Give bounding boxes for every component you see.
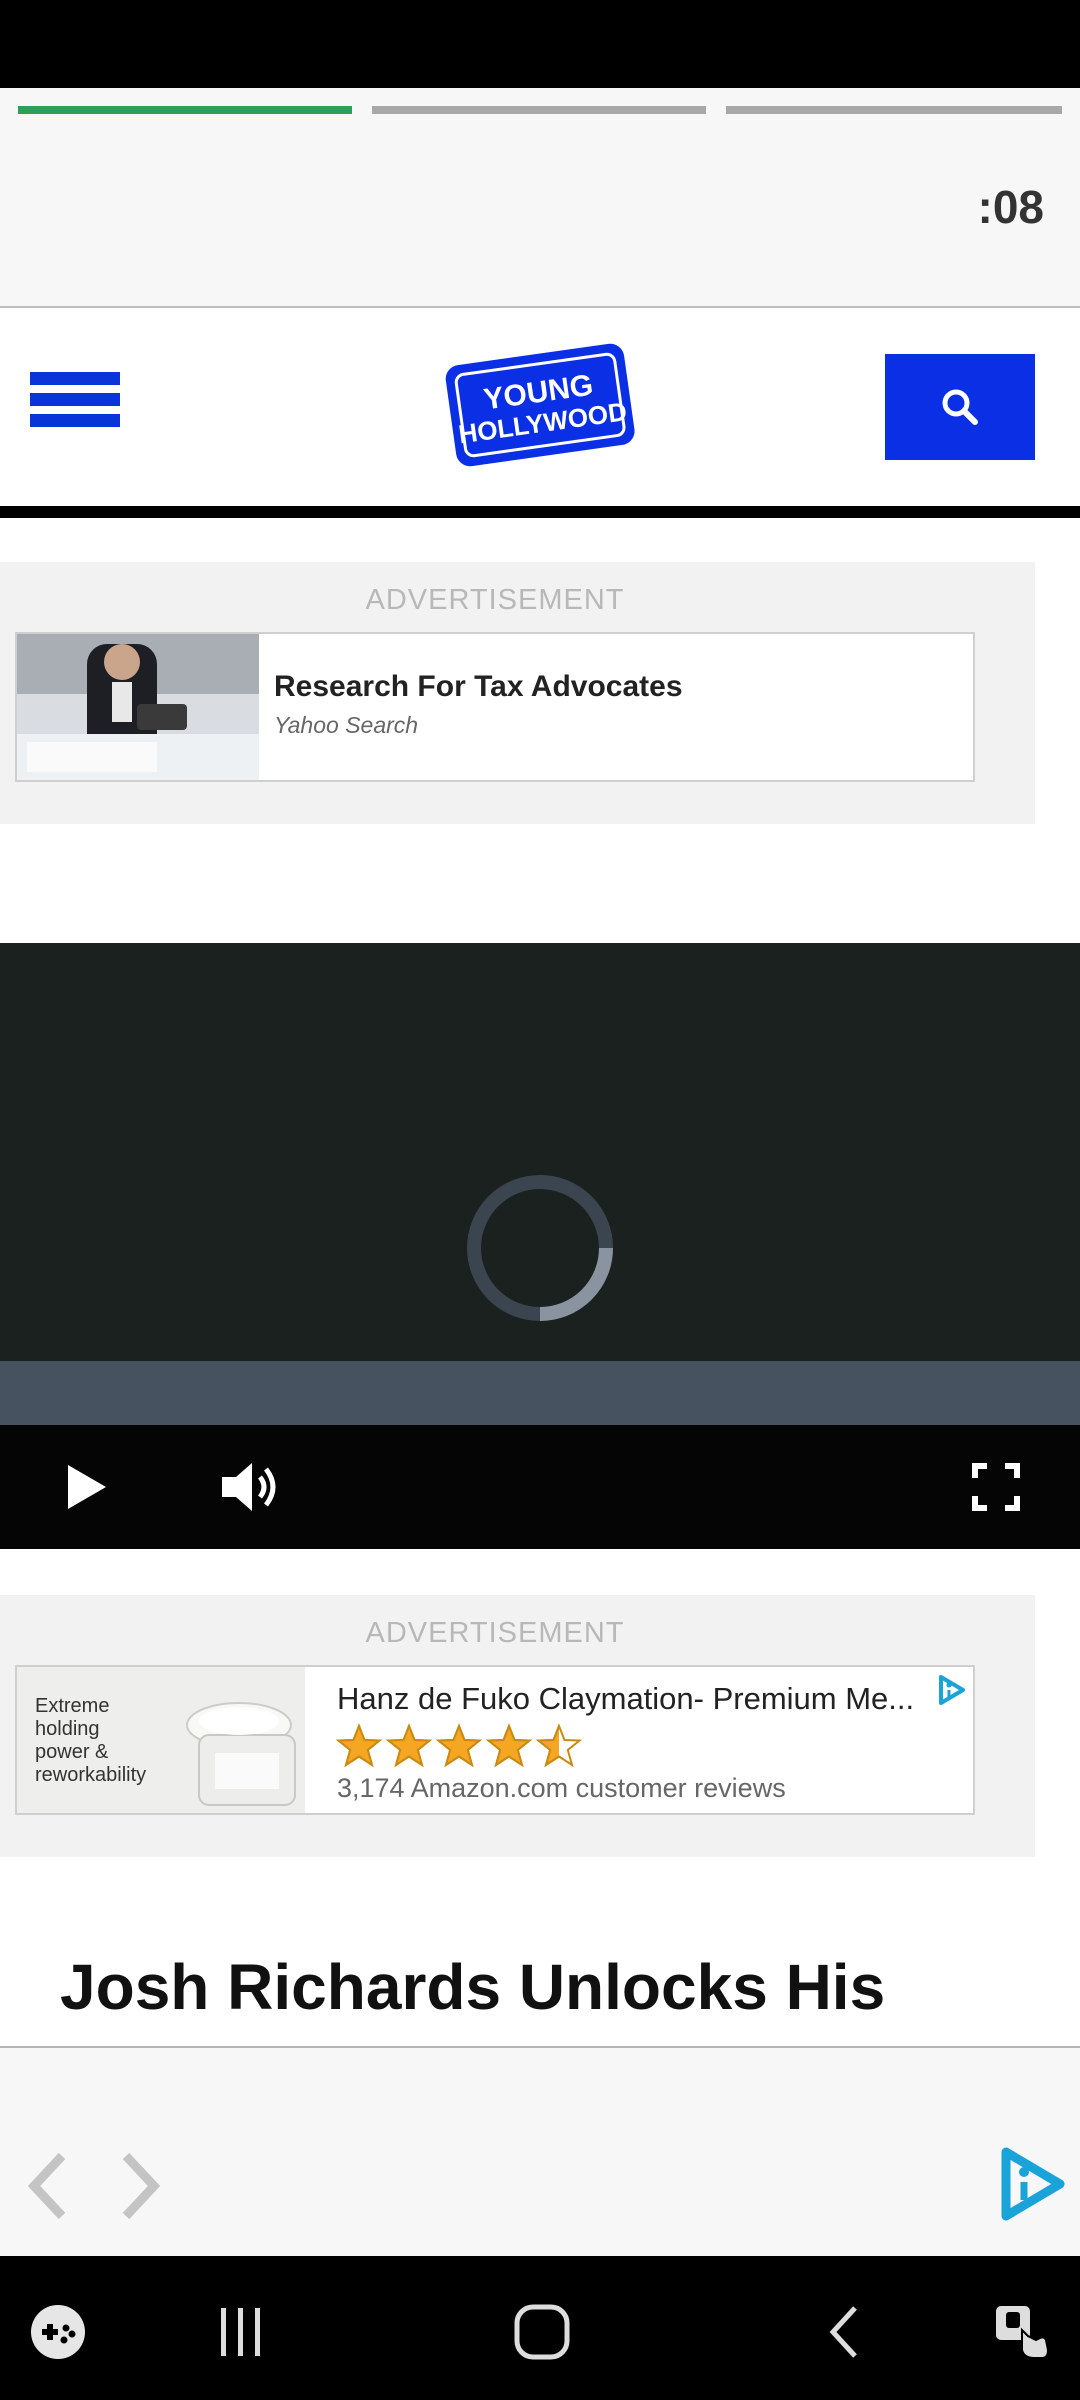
home-icon [514,2304,570,2360]
back-arrow-icon[interactable] [18,2146,78,2226]
volume-icon [222,1463,276,1511]
star-icon [435,1723,483,1768]
site-header: YOUNG HOLLYWOOD [0,306,1080,518]
story-progress-2 [372,106,706,114]
star-icon [335,1723,383,1768]
accessibility-button[interactable] [984,2296,1056,2368]
forward-arrow-icon[interactable] [110,2146,170,2226]
home-button[interactable] [506,2296,578,2368]
star-icon [385,1723,433,1768]
ad-card[interactable]: Extreme holding power & reworkability Ha… [15,1665,975,1815]
volume-button[interactable] [214,1451,286,1523]
search-button[interactable] [885,354,1035,460]
system-back-icon [829,2306,857,2358]
video-controls [0,1425,1080,1549]
rating-stars [335,1723,583,1771]
star-icon [485,1723,533,1768]
recent-apps-icon [221,2308,260,2356]
progress-fill [18,106,352,114]
video-player[interactable] [0,943,1080,1549]
story-bottom-bar [0,2048,1080,2256]
fullscreen-button[interactable] [960,1451,1032,1523]
ad-choices-icon[interactable] [935,1673,969,1707]
hamburger-icon[interactable] [30,364,120,434]
ad-label: ADVERTISEMENT [365,1617,625,1649]
ad-title[interactable]: Research For Tax Advocates [274,670,683,704]
ad-thumbnail: Extreme holding power & reworkability [17,1667,305,1813]
play-icon [68,1465,106,1509]
fullscreen-icon [972,1463,1020,1511]
advertisement-2: ADVERTISEMENT Extreme holding power & re… [0,1595,1035,1857]
ad-thumbnail [17,634,259,780]
advertisement-1: ADVERTISEMENT Research For Tax Advocates… [0,562,1035,824]
accessibility-icon [996,2306,1050,2359]
ad-source: Yahoo Search [274,712,419,738]
game-controller-icon [31,2305,85,2359]
ad-play-icon[interactable] [998,2146,1068,2222]
article-headline[interactable]: Josh Richards Unlocks His [60,1950,885,2024]
product-jar-image [186,1702,296,1806]
ad-card[interactable]: Research For Tax Advocates Yahoo Search [15,632,975,782]
story-progress-3 [726,106,1062,114]
story-progress-1 [18,106,352,114]
loading-spinner-icon [467,1175,613,1321]
status-bar [0,0,1080,88]
play-button[interactable] [50,1451,122,1523]
recent-apps-button[interactable] [205,2296,277,2368]
review-count: 3,174 Amazon.com customer reviews [337,1773,786,1803]
game-launcher-button[interactable] [22,2296,94,2368]
young-hollywood-logo[interactable]: YOUNG HOLLYWOOD [438,334,642,474]
system-navigation-bar [0,2256,1080,2400]
search-icon [942,389,978,425]
story-timer: :08 [977,181,1044,233]
video-scrub-bar[interactable] [0,1361,1080,1425]
system-back-button[interactable] [808,2296,880,2368]
story-top-bar: :08 [0,88,1080,306]
ad-label: ADVERTISEMENT [365,584,625,616]
star-icon [535,1723,583,1768]
ad-title[interactable]: Hanz de Fuko Claymation- Premium Me... [337,1681,927,1717]
ad-tagline: Extreme holding power & reworkability [35,1695,147,1786]
